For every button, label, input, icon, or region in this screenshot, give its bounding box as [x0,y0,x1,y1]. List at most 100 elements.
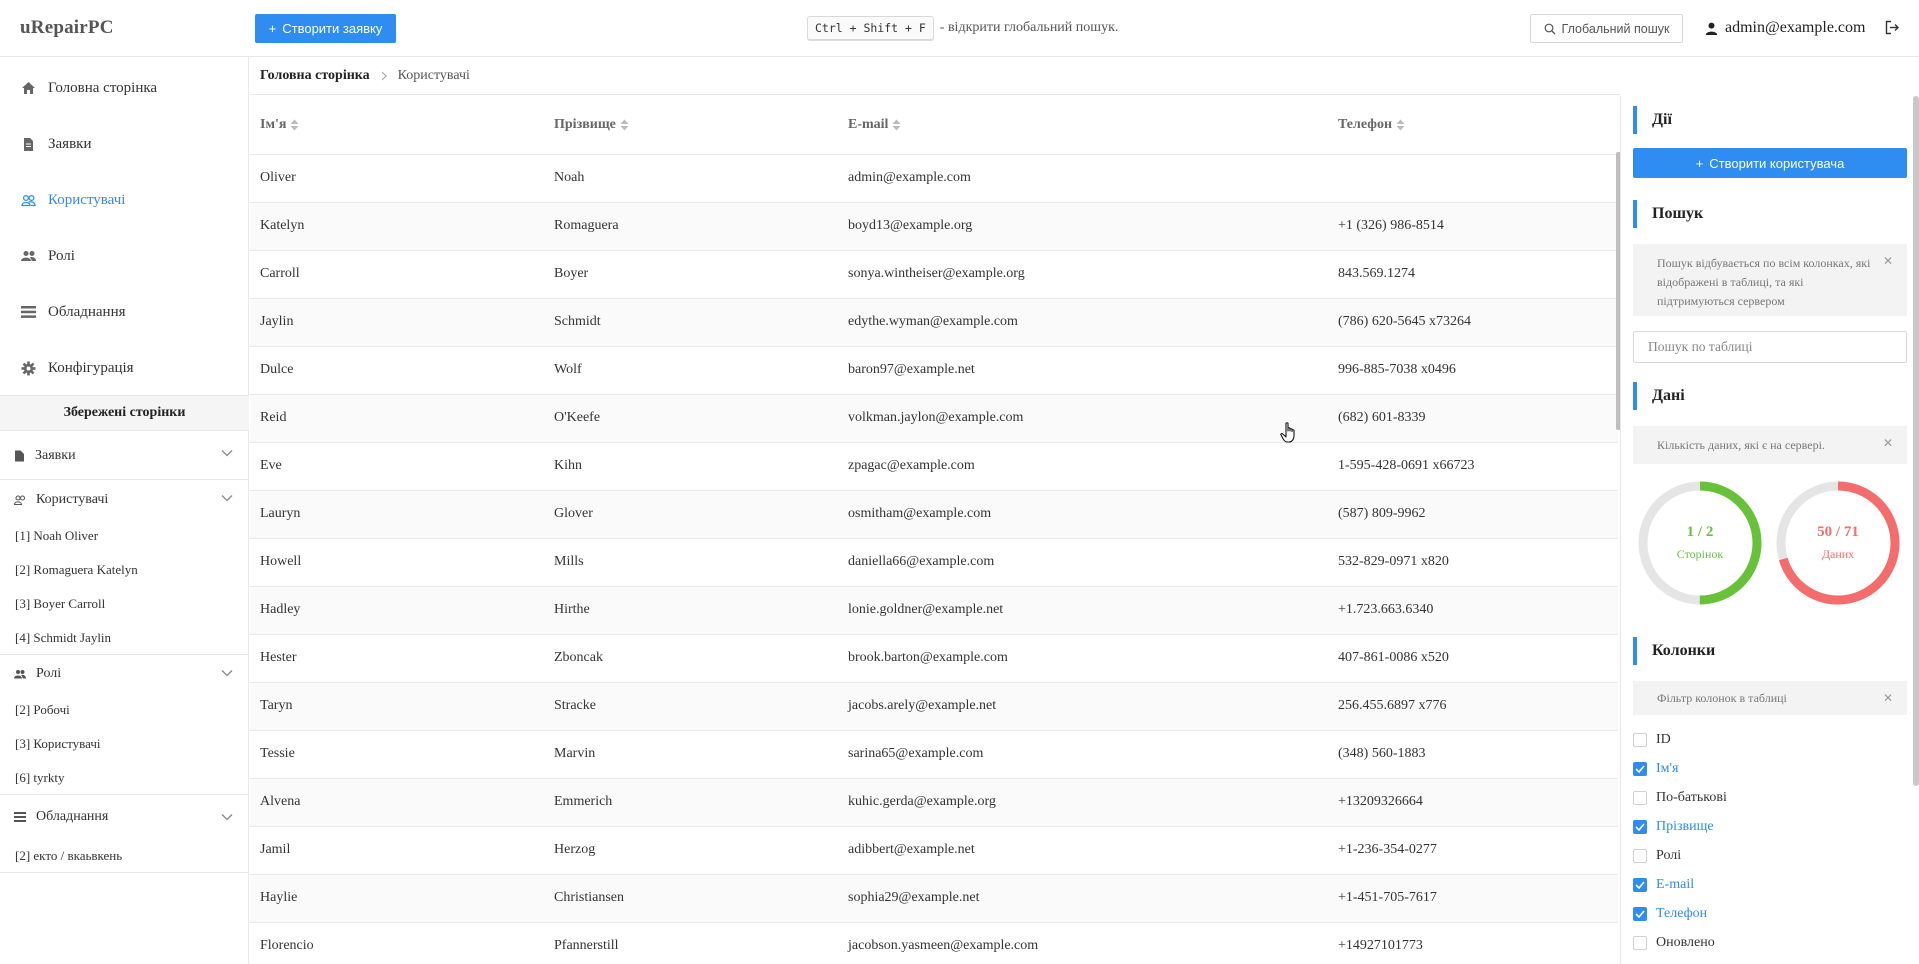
close-icon[interactable]: ✕ [1883,434,1893,453]
table-row[interactable]: Tessie Marvin sarina65@example.com (348) 56… [250,730,1618,779]
table-row[interactable]: Reid O'Keefe volkman.jaylon@example.com (68… [250,394,1618,443]
cell-first-name: Katelyn [250,202,544,251]
table-row[interactable]: Jaylin Schmidt edythe.wyman@example.com (78… [250,298,1618,347]
nav-item-users[interactable]: Користувачі [21,189,125,211]
sort-icon[interactable] [892,119,901,131]
nav-item-equipment[interactable]: Обладнання [21,301,126,323]
records-value: 50 / 71 [1817,524,1859,540]
group-label: Користувачі [36,491,109,507]
user-menu[interactable]: admin@example.com [1705,19,1865,37]
nav-label: Заявки [48,135,92,152]
table-row[interactable]: Hadley Hirthe lonie.goldner@example.net +1.… [250,586,1618,635]
column-filter-label: Телефон [1656,906,1708,921]
close-icon[interactable]: ✕ [1883,252,1893,271]
table-row[interactable]: Oliver Noah admin@example.com [250,154,1618,203]
global-search-button[interactable]: Глобальний пошук [1530,14,1683,43]
column-filter-item[interactable]: Ім'я [1633,759,1678,779]
saved-link[interactable]: [4] Schmidt Jaylin [0,621,249,655]
column-filter-item[interactable]: Телефон [1633,904,1707,924]
column-filter-label: Ім'я [1656,761,1679,776]
create-request-button[interactable]: + Створити заявку [255,14,396,43]
breadcrumb-home[interactable]: Головна сторінка [260,68,370,84]
saved-link[interactable]: [1] Noah Oliver [0,519,249,553]
group-label: Ролі [36,666,62,681]
table-row[interactable]: Jamil Herzog adibbert@example.net +1-236-35… [250,826,1618,875]
table-row[interactable]: Florencio Pfannerstill jacobson.yasmeen@ex… [250,922,1618,964]
nav-item-config[interactable]: Конфігурація [21,357,134,379]
cell-first-name: Jaylin [250,298,544,347]
checkbox-unchecked[interactable] [1633,936,1647,950]
nav-label: Конфігурація [48,359,134,376]
column-filter-item[interactable]: Ролі [1633,846,1681,866]
table-row[interactable]: Carroll Boyer sonya.wintheiser@example.org… [250,250,1618,299]
cell-last-name: Zboncak [544,634,838,683]
columns-note: Фільтр колонок в таблиці [1657,691,1787,705]
checkbox-checked[interactable] [1633,820,1647,834]
column-filter-item[interactable]: Оновлено [1633,933,1715,953]
checkbox-checked[interactable] [1633,762,1647,776]
column-filter-item[interactable]: ID [1633,730,1671,750]
cell-phone: +1-236-354-0277 [1328,826,1618,875]
table-header-row: Ім'я Прізвище E-mail Телефон [250,96,1618,155]
table-row[interactable]: Hester Zboncak brook.barton@example.com 407… [250,634,1618,683]
saved-link[interactable]: [2] Робочі [0,693,249,727]
table-row[interactable]: Taryn Stracke jacobs.arely@example.net 256.… [250,682,1618,731]
table-row[interactable]: Howell Mills daniella66@example.com 532-829… [250,538,1618,587]
close-icon[interactable]: ✕ [1883,689,1893,708]
cell-first-name: Eve [250,442,544,491]
column-header-first-name[interactable]: Ім'я [250,96,544,155]
cell-phone: 256.455.6897 x776 [1328,682,1618,731]
column-header-email[interactable]: E-mail [838,96,1328,155]
checkbox-checked[interactable] [1633,878,1647,892]
chevron-right-icon [380,71,388,81]
table-row[interactable]: Dulce Wolf baron97@example.net 996-885-7038… [250,346,1618,395]
cell-email: sophia29@example.net [838,874,1328,923]
saved-link[interactable]: [2] екто / вкаьвкень [0,839,249,873]
column-filter-item[interactable]: По-батькові [1633,788,1727,808]
app-logo[interactable]: uRepairPC [20,17,114,39]
saved-group-header[interactable]: Ролі [0,655,249,693]
cell-phone: 843.569.1274 [1328,250,1618,299]
table-row[interactable]: Katelyn Romaguera boyd13@example.org +1 (32… [250,202,1618,251]
column-filter-item[interactable]: E-mail [1633,875,1694,895]
saved-link[interactable]: [6] tyrkty [0,761,249,795]
nav-item-roles[interactable]: Ролі [21,245,75,267]
saved-group-header[interactable]: Обладнання [0,795,249,839]
cell-email: sonya.wintheiser@example.org [838,250,1328,299]
sort-icon[interactable] [620,119,629,131]
checkbox-checked[interactable] [1633,907,1647,921]
saved-group-header[interactable]: Користувачі [0,480,249,519]
nav-item-home[interactable]: Головна сторінка [21,77,157,99]
create-user-button[interactable]: + Створити користувача [1633,148,1907,178]
table-search-input[interactable] [1633,331,1907,363]
cell-email: brook.barton@example.com [838,634,1328,683]
chevron-down-icon [221,813,233,821]
column-filter-item[interactable]: Прізвище [1633,817,1714,837]
nav-item-requests[interactable]: Заявки [21,133,91,155]
saved-link[interactable]: [2] Romaguera Katelyn [0,553,249,587]
table-row[interactable]: Alvena Emmerich kuhic.gerda@example.org +13… [250,778,1618,827]
checkbox-unchecked[interactable] [1633,733,1647,747]
saved-group-roles: Ролі [2] Робочі [3] Користувачі [6] tyrk… [0,655,249,795]
cell-last-name: Glover [544,490,838,539]
column-filter-label: ID [1656,732,1671,747]
checkbox-unchecked[interactable] [1633,849,1647,863]
nav-label: Ролі [48,247,75,264]
sort-icon[interactable] [290,119,299,131]
cell-first-name: Haylie [250,874,544,923]
saved-link[interactable]: [3] Користувачі [0,727,249,761]
cell-email: lonie.goldner@example.net [838,586,1328,635]
table-row[interactable]: Haylie Christiansen sophia29@example.net +1… [250,874,1618,923]
table-row[interactable]: Eve Kihn zpagac@example.com 1-595-428-0691 … [250,442,1618,491]
column-header-phone[interactable]: Телефон [1328,96,1618,155]
cell-first-name: Taryn [250,682,544,731]
logout-icon[interactable] [1885,20,1900,35]
saved-group-header[interactable]: Заявки [0,431,249,480]
panel-scrollbar[interactable] [1913,96,1919,786]
checkbox-unchecked[interactable] [1633,791,1647,805]
saved-link[interactable]: [3] Boyer Carroll [0,587,249,621]
column-header-last-name[interactable]: Прізвище [544,96,838,155]
sort-icon[interactable] [1396,119,1405,131]
cell-first-name: Oliver [250,154,544,203]
table-row[interactable]: Lauryn Glover osmitham@example.com (587) 80… [250,490,1618,539]
